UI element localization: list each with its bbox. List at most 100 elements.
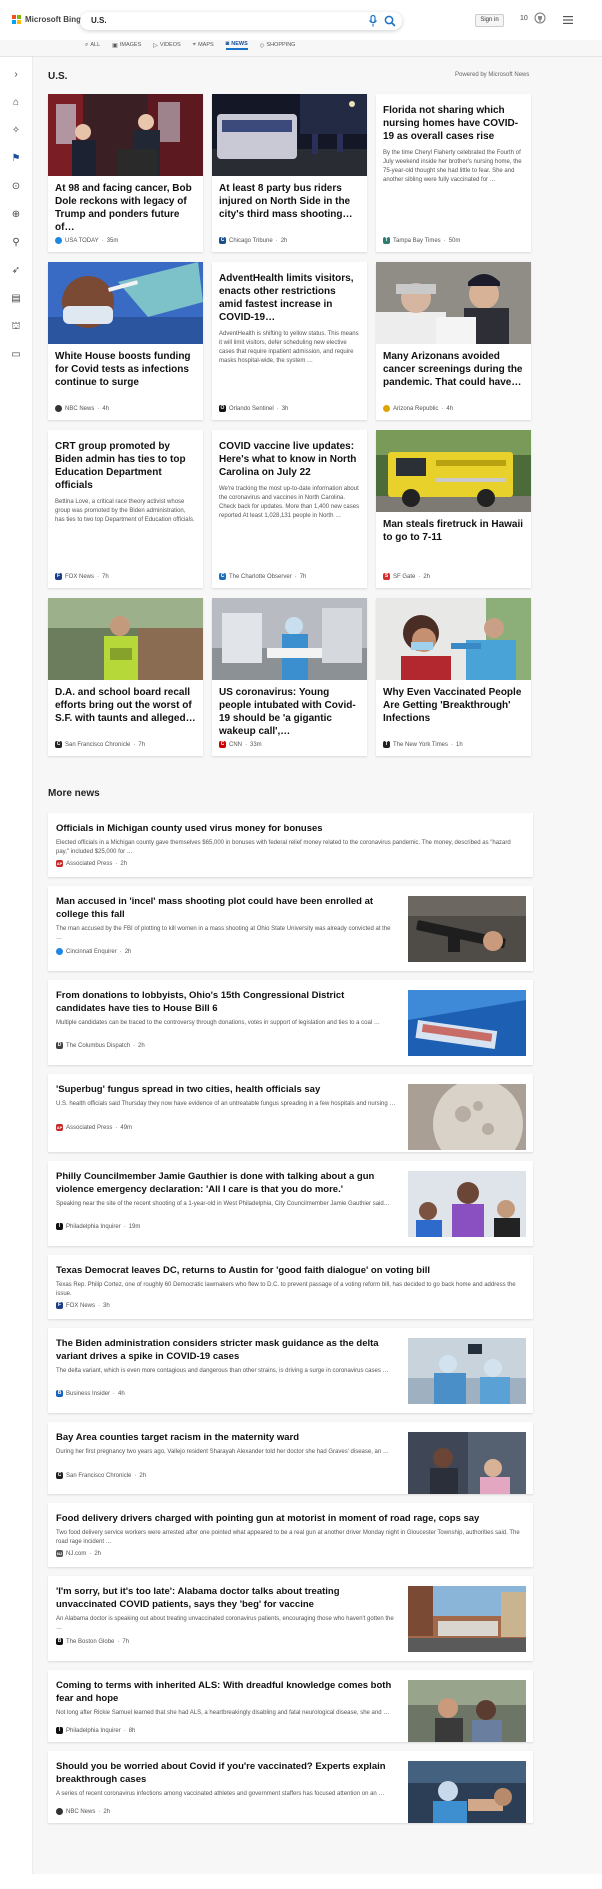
list-item[interactable]: Food delivery drivers charged with point… (48, 1503, 533, 1567)
trophy-icon[interactable] (534, 12, 546, 26)
item-title[interactable]: Texas Democrat leaves DC, returns to Aus… (56, 1264, 521, 1277)
sign-in-button[interactable]: Sign in (475, 14, 504, 27)
news-image (48, 94, 203, 176)
item-title[interactable]: Philly Councilmember Jamie Gauthier is d… (56, 1170, 396, 1196)
card-title[interactable]: D.A. and school board recall efforts bri… (48, 680, 203, 725)
bank-icon[interactable]: ⛫ (10, 321, 22, 333)
list-item[interactable]: 'I'm sorry, but it's too late': Alabama … (48, 1576, 533, 1661)
source-logo-icon: AP (56, 1124, 63, 1131)
list-item[interactable]: From donations to lobbyists, Ohio's 15th… (48, 980, 533, 1065)
rocket-icon[interactable]: ➶ (10, 265, 22, 277)
microsoft-logo-icon (12, 15, 21, 24)
card-title[interactable]: AdventHealth limits visitors, enacts oth… (212, 262, 367, 324)
item-title[interactable]: Coming to terms with inherited ALS: With… (56, 1679, 396, 1705)
card-snippet: Bettina Love, a critical race theory act… (55, 499, 195, 523)
search-box[interactable]: U.S. (80, 12, 402, 30)
list-item[interactable]: Texas Democrat leaves DC, returns to Aus… (48, 1255, 533, 1319)
microphone-icon[interactable] (368, 15, 378, 27)
item-title[interactable]: 'Superbug' fungus spread in two cities, … (56, 1083, 396, 1096)
bing-logo[interactable]: Microsoft Bing (12, 15, 81, 24)
card-source: C The Charlotte Observer · 7h (219, 573, 307, 580)
list-item[interactable]: The Biden administration considers stric… (48, 1328, 533, 1413)
tab-news[interactable]: ◙ NEWS (225, 40, 248, 50)
item-snippet: The man accused by the FBI of plotting t… (56, 926, 391, 941)
search-icon[interactable] (384, 15, 396, 27)
item-title[interactable]: 'I'm sorry, but it's too late': Alabama … (56, 1585, 396, 1611)
film-icon[interactable]: ▤ (10, 293, 22, 305)
card-icon[interactable]: ▭ (10, 349, 22, 361)
source-logo-icon: I (56, 1223, 63, 1230)
card-source: C San Francisco Chronicle · 7h (55, 741, 146, 748)
news-card[interactable]: Man steals firetruck in Hawaii to go to … (376, 430, 531, 588)
card-title[interactable]: At 98 and facing cancer, Bob Dole reckon… (48, 176, 203, 234)
list-item[interactable]: Should you be worried about Covid if you… (48, 1751, 533, 1823)
tab-videos[interactable]: ▷ VIDEOS (153, 40, 180, 50)
source-name: The Columbus Dispatch (66, 1042, 131, 1049)
source-logo-icon: T (383, 237, 390, 244)
tab-images[interactable]: ▣ IMAGES (112, 40, 141, 50)
tab-label: IMAGES (119, 42, 142, 48)
source-logo-icon: B (56, 1390, 63, 1397)
card-source: NBC News · 4h (55, 405, 109, 412)
list-item[interactable]: Man accused in 'incel' mass shooting plo… (48, 886, 533, 971)
source-name: San Francisco Chronicle (66, 1472, 132, 1479)
card-title[interactable]: White House boosts funding for Covid tes… (48, 344, 203, 389)
list-item[interactable]: Officials in Michigan county used virus … (48, 813, 533, 877)
item-title[interactable]: From donations to lobbyists, Ohio's 15th… (56, 989, 396, 1015)
location-icon[interactable]: ⊙ (10, 181, 22, 193)
item-snippet: Texas Rep. Philip Cortez, one of roughly… (56, 1282, 516, 1297)
list-item[interactable]: Bay Area counties target racism in the m… (48, 1422, 533, 1494)
tab-maps[interactable]: ⌖ MAPS (193, 40, 214, 50)
search-input[interactable]: U.S. (91, 16, 107, 25)
source-logo-icon (383, 405, 390, 412)
news-card[interactable]: Why Even Vaccinated People Are Getting '… (376, 598, 531, 756)
news-card[interactable]: CRT group promoted by Biden admin has ti… (48, 430, 203, 588)
source-name: Associated Press (66, 860, 113, 867)
card-title[interactable]: Florida not sharing which nursing homes … (376, 94, 531, 143)
news-card[interactable]: AdventHealth limits visitors, enacts oth… (212, 262, 367, 420)
list-item[interactable]: Philly Councilmember Jamie Gauthier is d… (48, 1161, 533, 1246)
tab-shopping[interactable]: ◇ SHOPPING (260, 40, 296, 50)
globe-icon[interactable]: ⊕ (10, 209, 22, 221)
item-title[interactable]: Man accused in 'incel' mass shooting plo… (56, 895, 396, 921)
card-title[interactable]: Why Even Vaccinated People Are Getting '… (376, 680, 531, 725)
news-card[interactable]: At 98 and facing cancer, Bob Dole reckon… (48, 94, 203, 252)
item-title[interactable]: Should you be worried about Covid if you… (56, 1760, 396, 1786)
card-title[interactable]: Many Arizonans avoided cancer screenings… (376, 344, 531, 389)
powered-by-label: Powered by Microsoft News (455, 72, 530, 78)
item-title[interactable]: The Biden administration considers stric… (56, 1337, 396, 1363)
news-card[interactable]: White House boosts funding for Covid tes… (48, 262, 203, 420)
item-source: NBC News · 2h (56, 1808, 110, 1815)
news-card[interactable]: Florida not sharing which nursing homes … (376, 94, 531, 252)
item-snippet: Elected officials in a Michigan county g… (56, 840, 511, 855)
timestamp: 2h (124, 948, 132, 955)
source-logo-icon: D (56, 1042, 63, 1049)
source-logo-icon: F (56, 1302, 63, 1309)
card-title[interactable]: CRT group promoted by Biden admin has ti… (48, 430, 203, 492)
hamburger-menu-icon[interactable] (563, 16, 573, 24)
list-item[interactable]: 'Superbug' fungus spread in two cities, … (48, 1074, 533, 1152)
microscope-icon[interactable]: ⚲ (10, 237, 22, 249)
news-card[interactable]: D.A. and school board recall efforts bri… (48, 598, 203, 756)
source-name: Tampa Bay Times (393, 237, 441, 244)
item-snippet: U.S. health officials said Thursday they… (56, 1101, 396, 1107)
news-card[interactable]: At least 8 party bus riders injured on N… (212, 94, 367, 252)
item-title[interactable]: Officials in Michigan county used virus … (56, 822, 521, 835)
discover-icon[interactable]: ✧ (10, 125, 22, 137)
item-thumbnail (408, 1171, 526, 1237)
list-item[interactable]: Coming to terms with inherited ALS: With… (48, 1670, 533, 1742)
tab-all[interactable]: ⌕ ALL (85, 40, 100, 50)
rewards-count[interactable]: 10 (520, 15, 528, 22)
home-icon[interactable]: ⌂ (10, 97, 22, 109)
card-title[interactable]: US coronavirus: Young people intubated w… (212, 680, 367, 738)
news-card[interactable]: Many Arizonans avoided cancer screenings… (376, 262, 531, 420)
card-title[interactable]: COVID vaccine live updates: Here's what … (212, 430, 367, 479)
news-card[interactable]: US coronavirus: Young people intubated w… (212, 598, 367, 756)
card-title[interactable]: At least 8 party bus riders injured on N… (212, 176, 367, 221)
card-title[interactable]: Man steals firetruck in Hawaii to go to … (376, 512, 531, 544)
news-card[interactable]: COVID vaccine live updates: Here's what … (212, 430, 367, 588)
flag-icon[interactable]: ⚑ (10, 153, 22, 165)
item-title[interactable]: Bay Area counties target racism in the m… (56, 1431, 396, 1444)
expand-chevron-icon[interactable]: › (10, 69, 22, 81)
item-title[interactable]: Food delivery drivers charged with point… (56, 1512, 521, 1525)
